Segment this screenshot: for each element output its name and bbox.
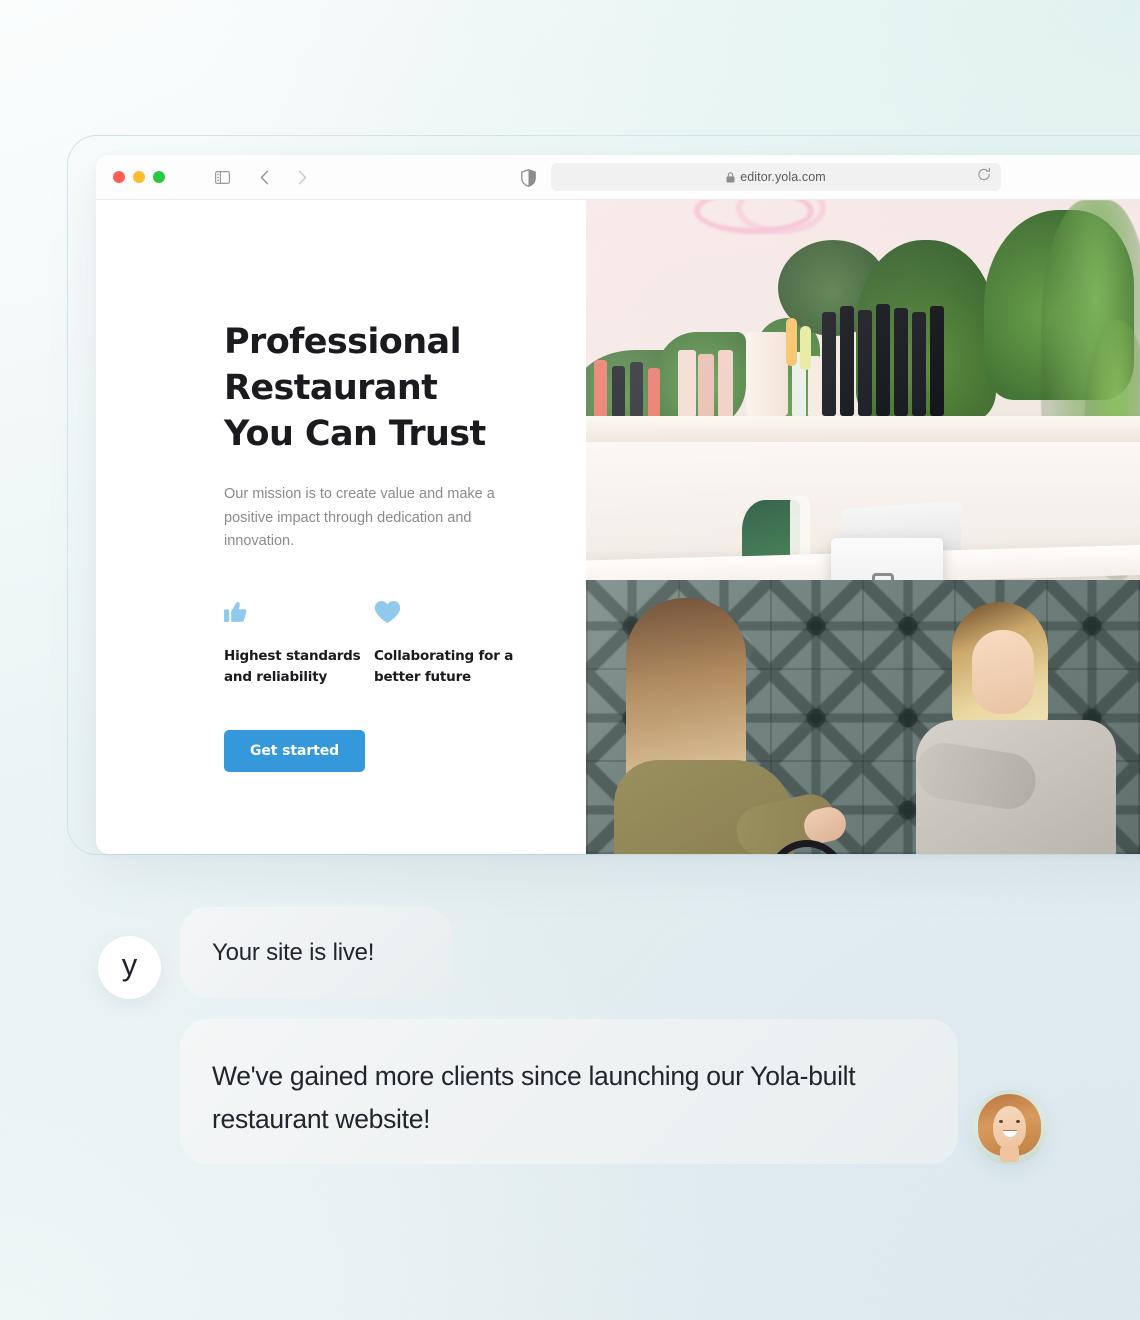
feature-label: Highest standards and reliability (224, 647, 361, 685)
chevron-left-icon[interactable] (249, 164, 279, 190)
feature-label: Collaborating for a better future (374, 647, 514, 685)
customer-avatar (972, 1090, 1047, 1165)
feature-item-collaborating: Collaborating for a better future (374, 598, 524, 688)
browser-toolbar: editor.yola.com (96, 155, 1140, 200)
chat-bubble-yola: Your site is live! (180, 907, 452, 998)
privacy-shield-button[interactable] (521, 155, 536, 200)
chat-message-text: We've gained more clients since launchin… (212, 1061, 856, 1134)
website-preview: Professional Restaurant You Can Trust Ou… (96, 200, 1140, 854)
hero-subtext: Our mission is to create value and make … (224, 486, 495, 549)
url-text: editor.yola.com (740, 170, 826, 184)
close-window-button[interactable] (113, 171, 125, 183)
minimize-window-button[interactable] (133, 171, 145, 183)
maximize-window-button[interactable] (153, 171, 165, 183)
get-started-button[interactable]: Get started (224, 729, 366, 772)
yola-logo-letter: y (121, 947, 138, 982)
yola-logo-avatar: y (98, 936, 161, 999)
window-controls[interactable] (113, 171, 165, 183)
chevron-right-icon[interactable] (287, 164, 317, 190)
hero-photo (586, 200, 1140, 854)
browser-window: editor.yola.com Professional Restaurant … (96, 155, 1140, 854)
page-title: Professional Restaurant You Can Trust (224, 322, 486, 454)
reload-icon[interactable] (977, 167, 991, 187)
hero-text-column: Professional Restaurant You Can Trust Ou… (96, 200, 586, 854)
navigation-controls[interactable] (207, 164, 317, 190)
chat-bubble-customer: We've gained more clients since launchin… (180, 1019, 958, 1164)
feature-item-standards: Highest standards and reliability (224, 598, 374, 688)
heart-icon (374, 598, 524, 626)
shield-icon (521, 168, 536, 187)
thumbs-up-icon (224, 598, 374, 626)
sidebar-toggle-icon[interactable] (207, 164, 237, 190)
address-bar[interactable]: editor.yola.com (551, 163, 1001, 191)
chat-message-text: Your site is live! (212, 938, 375, 966)
lock-icon (726, 171, 735, 182)
feature-list: Highest standards and reliability Collab… (224, 598, 524, 688)
